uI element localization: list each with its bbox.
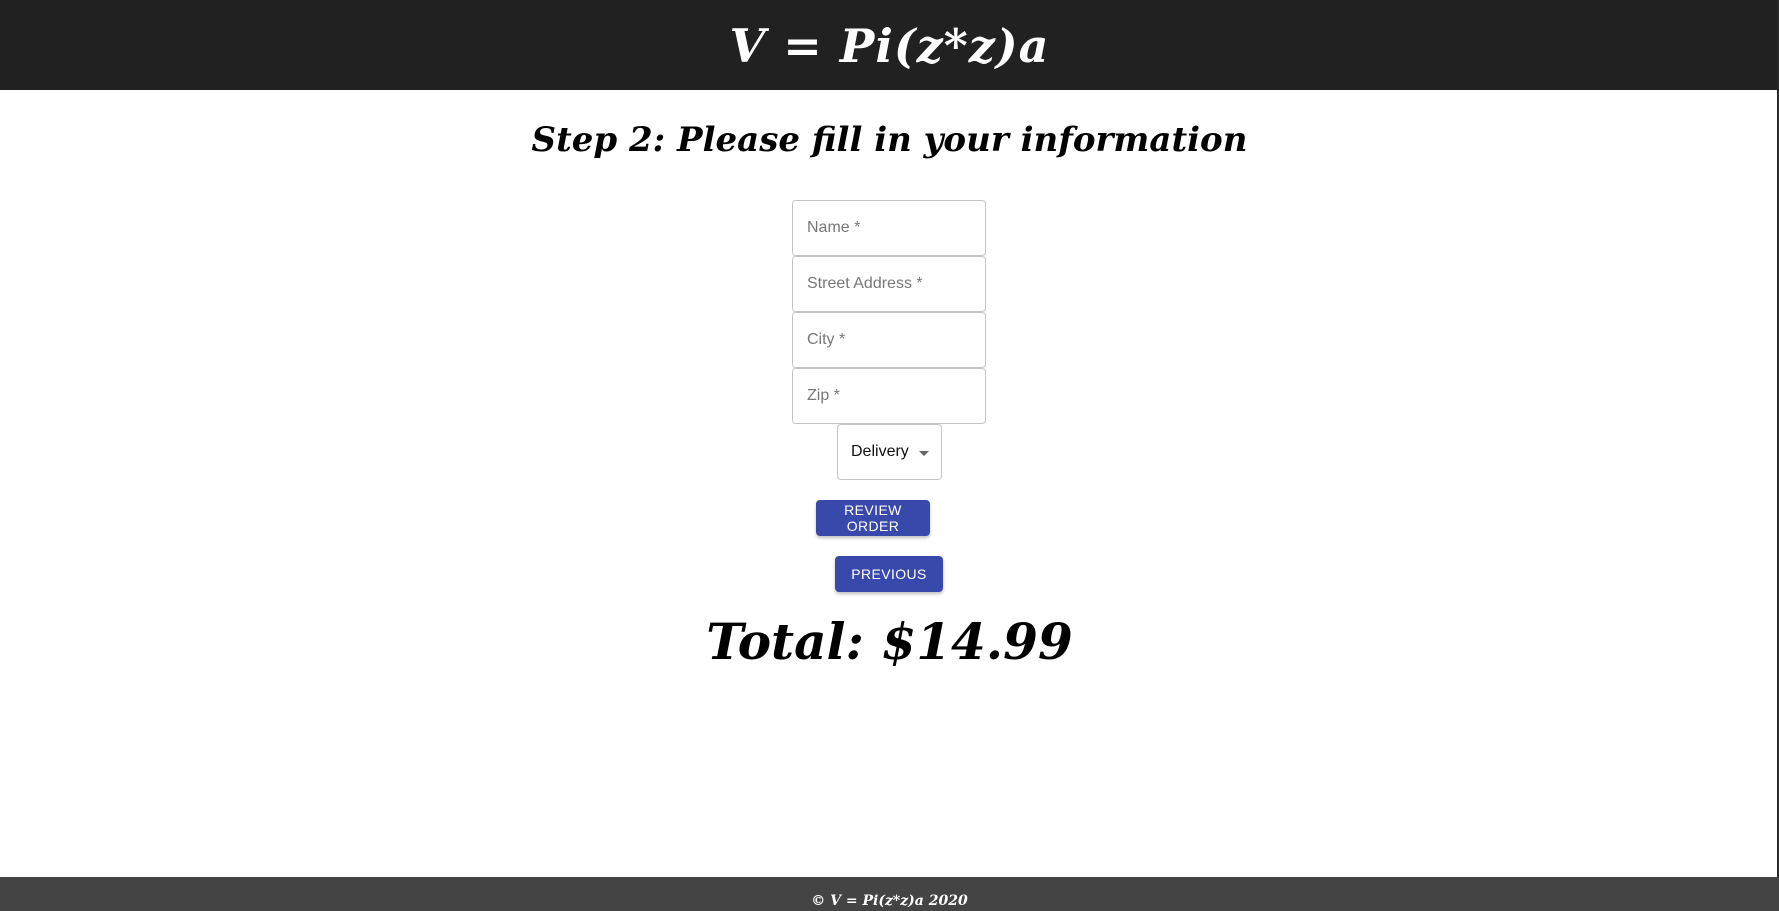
footer-copyright: © V = Pi(z*z)a 2020 (811, 893, 968, 909)
name-field-wrapper (792, 200, 986, 256)
city-input[interactable] (793, 313, 985, 367)
customer-info-form (792, 200, 986, 424)
street-address-field-wrapper (792, 256, 986, 312)
order-type-select[interactable]: Delivery (837, 424, 942, 480)
city-field-wrapper (792, 312, 986, 368)
header-bar: V = Pi(z*z)a (0, 0, 1779, 90)
dropdown-arrow-icon (919, 451, 929, 456)
footer-bar: © V = Pi(z*z)a 2020 (0, 877, 1779, 911)
street-address-input[interactable] (793, 257, 985, 311)
brand-title: V = Pi(z*z)a (729, 19, 1050, 73)
zip-field-wrapper (792, 368, 986, 424)
review-order-button[interactable]: Review Order (816, 500, 930, 536)
previous-button[interactable]: Previous (835, 556, 943, 592)
order-type-selected-value: Delivery (851, 443, 909, 460)
page: V = Pi(z*z)a Step 2: Please fill in your… (0, 0, 1779, 911)
order-total: Total: $14.99 (706, 612, 1073, 671)
step-title: Step 2: Please fill in your information (531, 120, 1248, 160)
zip-input[interactable] (793, 369, 985, 423)
name-input[interactable] (793, 201, 985, 255)
